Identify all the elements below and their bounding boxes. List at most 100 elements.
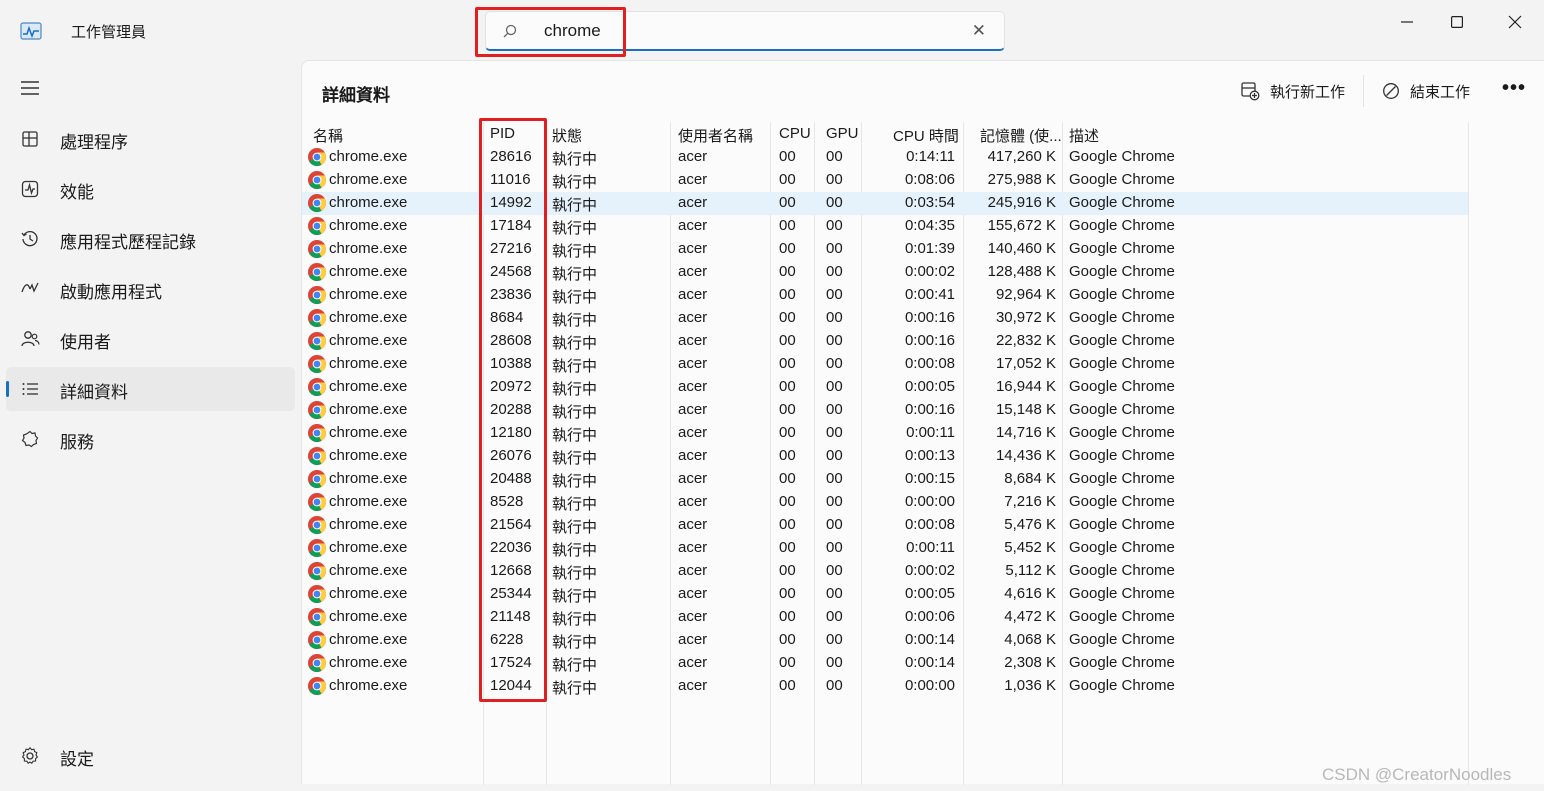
close-button[interactable] bbox=[1492, 6, 1538, 38]
header-col-status[interactable]: 狀態 bbox=[552, 125, 582, 146]
cell-cpu-time: 0:00:15 bbox=[904, 470, 955, 487]
cell-name: chrome.exe bbox=[329, 240, 408, 257]
sidebar-item-users[interactable]: 使用者 bbox=[6, 317, 295, 361]
cell-memory: 5,452 K bbox=[1004, 539, 1056, 556]
cell-memory: 4,068 K bbox=[1004, 631, 1056, 648]
table-row[interactable]: chrome.exe 26076 執行中 acer 00 00 0:00:13 14,436 … bbox=[302, 445, 1468, 468]
chrome-icon bbox=[308, 585, 327, 604]
sidebar-item-app-history[interactable]: 應用程式歷程記錄 bbox=[6, 217, 295, 261]
header-col-name[interactable]: 名稱 bbox=[313, 125, 343, 146]
table-row[interactable]: chrome.exe 8684 執行中 acer 00 00 0:00:16 30,972 K… bbox=[302, 307, 1468, 330]
header-col-description[interactable]: 描述 bbox=[1069, 125, 1099, 146]
run-task-icon bbox=[1241, 82, 1260, 101]
cell-status: 執行中 bbox=[552, 542, 598, 559]
cell-cpu: 00 bbox=[779, 309, 796, 326]
search-input[interactable]: chrome bbox=[544, 21, 601, 41]
cell-pid: 10388 bbox=[490, 355, 532, 372]
chrome-icon bbox=[308, 447, 327, 466]
table-row[interactable]: chrome.exe 12180 執行中 acer 00 00 0:00:11 14,716 … bbox=[302, 422, 1468, 445]
table-row[interactable]: chrome.exe 6228 執行中 acer 00 00 0:00:14 4,068 K G… bbox=[302, 629, 1468, 652]
header-col-gpu[interactable]: GPU bbox=[826, 125, 859, 142]
search-box[interactable]: chrome ✕ bbox=[485, 11, 1005, 51]
cell-memory: 2,308 K bbox=[1004, 654, 1056, 671]
end-task-button[interactable]: 結束工作 bbox=[1382, 79, 1470, 103]
minimize-button[interactable] bbox=[1384, 6, 1430, 38]
cell-cpu: 00 bbox=[779, 217, 796, 234]
table-row[interactable]: chrome.exe 20288 執行中 acer 00 00 0:00:16 15,148 … bbox=[302, 399, 1468, 422]
cell-gpu: 00 bbox=[826, 240, 843, 257]
table-row[interactable]: chrome.exe 11016 執行中 acer 00 00 0:08:06 275,988… bbox=[302, 169, 1468, 192]
header-col-cpu[interactable]: CPU bbox=[779, 125, 811, 142]
sidebar-item-settings[interactable]: 設定 bbox=[6, 734, 295, 778]
maximize-button[interactable] bbox=[1434, 6, 1480, 38]
table-row[interactable]: chrome.exe 17184 執行中 acer 00 00 0:04:35 155,672… bbox=[302, 215, 1468, 238]
cell-gpu: 00 bbox=[826, 493, 843, 510]
cell-status: 執行中 bbox=[552, 358, 598, 375]
end-task-label: 結束工作 bbox=[1410, 83, 1471, 101]
table-row[interactable]: chrome.exe 22036 執行中 acer 00 00 0:00:11 5,452 K… bbox=[302, 537, 1468, 560]
cell-name: chrome.exe bbox=[329, 585, 408, 602]
sidebar-item-services[interactable]: 服務 bbox=[6, 417, 295, 461]
clear-search-icon[interactable]: ✕ bbox=[972, 21, 986, 41]
cell-description: Google Chrome bbox=[1069, 401, 1175, 418]
more-options-icon[interactable]: ••• bbox=[1502, 77, 1526, 100]
cell-description: Google Chrome bbox=[1069, 654, 1175, 671]
header-col-pid[interactable]: PID bbox=[490, 125, 515, 142]
menu-icon[interactable] bbox=[20, 80, 40, 96]
cell-cpu-time: 0:00:05 bbox=[904, 378, 955, 395]
table-row[interactable]: chrome.exe 17524 執行中 acer 00 00 0:00:14 2,308 K… bbox=[302, 652, 1468, 675]
table-row[interactable]: chrome.exe 20488 執行中 acer 00 00 0:00:15 8,684 K… bbox=[302, 468, 1468, 491]
chrome-icon bbox=[308, 332, 327, 351]
cell-cpu: 00 bbox=[779, 401, 796, 418]
table-row[interactable]: chrome.exe 24568 執行中 acer 00 00 0:00:02 128,488… bbox=[302, 261, 1468, 284]
table-row[interactable]: chrome.exe 8528 執行中 acer 00 00 0:00:00 7,216 K G… bbox=[302, 491, 1468, 514]
table-row[interactable]: chrome.exe 12668 執行中 acer 00 00 0:00:02 5,112 K… bbox=[302, 560, 1468, 583]
cell-name: chrome.exe bbox=[329, 378, 408, 395]
table-row[interactable]: chrome.exe 12044 執行中 acer 00 00 0:00:00 1,036 K… bbox=[302, 675, 1468, 698]
cell-memory: 15,148 K bbox=[995, 401, 1056, 418]
cell-memory: 4,616 K bbox=[1004, 585, 1056, 602]
sidebar-item-label: 效能 bbox=[60, 183, 94, 202]
cell-description: Google Chrome bbox=[1069, 240, 1175, 257]
header-col-cpu-time[interactable]: CPU 時間 bbox=[893, 125, 959, 146]
cell-status: 執行中 bbox=[552, 197, 598, 214]
cell-memory: 8,684 K bbox=[1004, 470, 1056, 487]
cell-description: Google Chrome bbox=[1069, 585, 1175, 602]
run-new-task-button[interactable]: 執行新工作 bbox=[1240, 79, 1345, 103]
cell-gpu: 00 bbox=[826, 171, 843, 188]
cell-cpu: 00 bbox=[779, 585, 796, 602]
cell-memory: 275,988 K bbox=[987, 171, 1056, 188]
users-icon bbox=[21, 331, 40, 347]
table-row[interactable]: chrome.exe 20972 執行中 acer 00 00 0:00:05 16,944 … bbox=[302, 376, 1468, 399]
cell-status: 執行中 bbox=[552, 404, 598, 421]
table-row[interactable]: chrome.exe 21148 執行中 acer 00 00 0:00:06 4,472 K… bbox=[302, 606, 1468, 629]
table-row[interactable]: chrome.exe 28608 執行中 acer 00 00 0:00:16 22,832 … bbox=[302, 330, 1468, 353]
performance-icon bbox=[21, 180, 39, 198]
sidebar-item-startup-apps[interactable]: 啟動應用程式 bbox=[6, 267, 295, 311]
header-col-user[interactable]: 使用者名稱 bbox=[678, 125, 753, 146]
table-row[interactable]: chrome.exe 27216 執行中 acer 00 00 0:01:39 140,460… bbox=[302, 238, 1468, 261]
cell-status: 執行中 bbox=[552, 151, 598, 168]
sidebar-item-performance[interactable]: 效能 bbox=[6, 167, 295, 211]
details-icon bbox=[22, 383, 38, 395]
cell-user: acer bbox=[678, 332, 708, 349]
column-divider[interactable] bbox=[1468, 122, 1469, 785]
toolbar-divider bbox=[1363, 75, 1364, 107]
table-row[interactable]: chrome.exe 21564 執行中 acer 00 00 0:00:08 5,476 K… bbox=[302, 514, 1468, 537]
table-row[interactable]: chrome.exe 25344 執行中 acer 00 00 0:00:05 4,616 K… bbox=[302, 583, 1468, 606]
table-header: 名稱 PID 狀態 使用者名稱 CPU GPU CPU 時間 記憶體 (使... 描述 bbox=[302, 122, 1468, 146]
table-row[interactable]: chrome.exe 28616 執行中 acer 00 00 0:14:11 417,260… bbox=[302, 146, 1468, 169]
cell-name: chrome.exe bbox=[329, 355, 408, 372]
sidebar-item-processes[interactable]: 處理程序 bbox=[6, 117, 295, 161]
cell-gpu: 00 bbox=[826, 654, 843, 671]
cell-cpu-time: 0:08:06 bbox=[904, 171, 955, 188]
cell-gpu: 00 bbox=[826, 516, 843, 533]
cell-memory: 14,716 K bbox=[995, 424, 1056, 441]
sidebar-item-label: 啟動應用程式 bbox=[60, 283, 162, 302]
cell-memory: 1,036 K bbox=[1004, 677, 1056, 694]
table-row[interactable]: chrome.exe 23836 執行中 acer 00 00 0:00:41 92,964 … bbox=[302, 284, 1468, 307]
table-row[interactable]: chrome.exe 10388 執行中 acer 00 00 0:00:08 17,052 … bbox=[302, 353, 1468, 376]
table-row[interactable]: chrome.exe 14992 執行中 acer 00 00 0:03:54 245,916… bbox=[302, 192, 1468, 215]
sidebar-item-details[interactable]: 詳細資料 bbox=[6, 367, 295, 411]
header-col-memory[interactable]: 記憶體 (使... bbox=[980, 125, 1062, 146]
